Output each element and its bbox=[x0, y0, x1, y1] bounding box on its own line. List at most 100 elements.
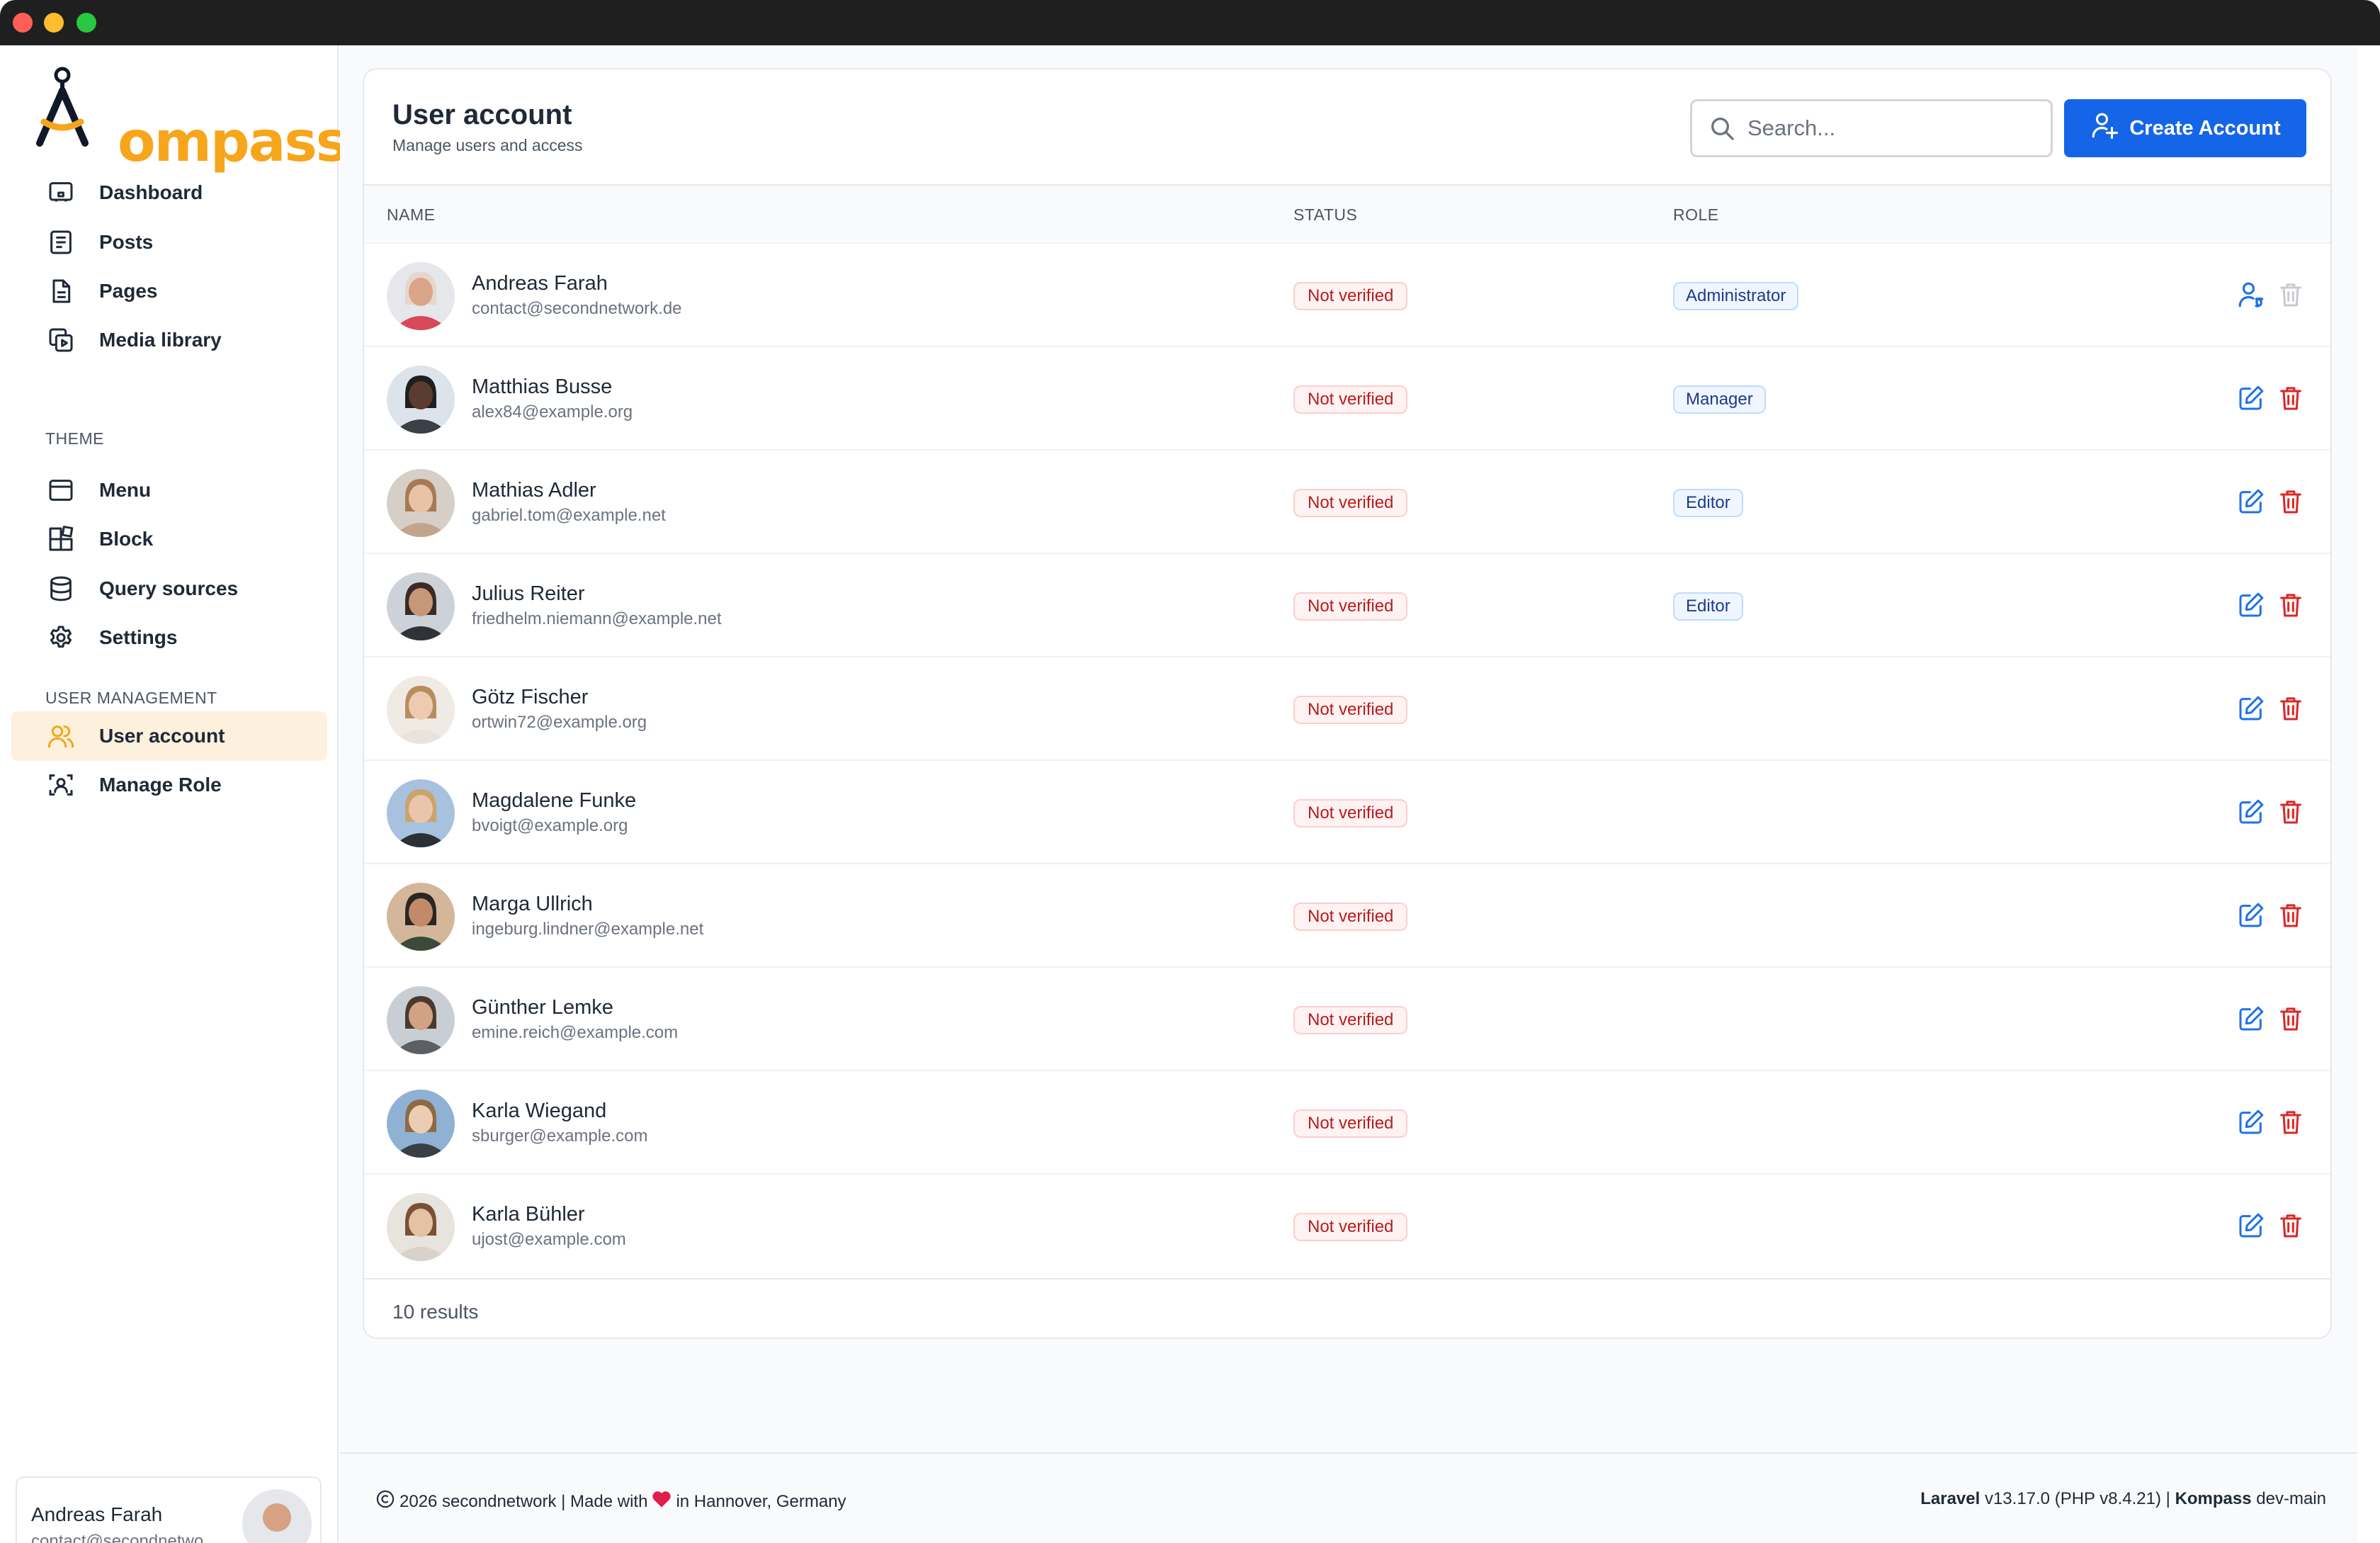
sidebar-item-label: Menu bbox=[99, 479, 152, 501]
delete-button[interactable] bbox=[2274, 1107, 2308, 1141]
table-row: Karla Wiegand sburger@example.com Not veri… bbox=[364, 1070, 2330, 1173]
sidebar-item-posts[interactable]: Posts bbox=[11, 217, 327, 267]
sidebar: ompass THEME USER MANAGEMENT Andreas Far… bbox=[0, 45, 348, 1543]
pages-icon bbox=[45, 276, 76, 307]
table-row: Götz Fischer ortwin72@example.org Not veri… bbox=[364, 656, 2330, 759]
status-badge: Not verified bbox=[1293, 489, 1408, 517]
edit-button[interactable] bbox=[2234, 1107, 2268, 1141]
self-profile-button[interactable] bbox=[2234, 279, 2268, 313]
sidebar-item-label: Dashboard bbox=[99, 181, 203, 203]
edit-button[interactable] bbox=[2234, 900, 2268, 934]
edit-button[interactable] bbox=[2234, 1003, 2268, 1037]
edit-button[interactable] bbox=[2234, 589, 2268, 623]
column-header-status[interactable]: STATUS bbox=[1293, 205, 1357, 225]
sidebar-item-label: Settings bbox=[99, 626, 178, 648]
sidebar-item-label: Posts bbox=[99, 231, 154, 253]
user-name: Magdalene Funke bbox=[472, 789, 637, 812]
status-badge: Not verified bbox=[1293, 799, 1408, 827]
table-row: Marga Ullrich ingeburg.lindner@example.ne… bbox=[364, 863, 2330, 966]
gear-icon bbox=[45, 622, 76, 653]
users-icon bbox=[45, 720, 76, 752]
trash-icon bbox=[2277, 901, 2305, 933]
column-header-role[interactable]: ROLE bbox=[1673, 205, 1719, 225]
sidebar-item-media-library[interactable]: Media library bbox=[11, 315, 327, 365]
sidebar-item-label: Media library bbox=[99, 329, 222, 351]
sidebar-item-block[interactable]: Block bbox=[11, 514, 327, 564]
close-window-button[interactable] bbox=[13, 13, 33, 33]
media-library-icon bbox=[45, 324, 76, 356]
sidebar-item-dashboard[interactable]: Dashboard bbox=[11, 168, 327, 217]
edit-button[interactable] bbox=[2234, 796, 2268, 830]
avatar bbox=[387, 779, 455, 847]
page-subtitle: Manage users and access bbox=[392, 136, 583, 154]
trash-icon bbox=[2277, 1108, 2305, 1140]
status-badge: Not verified bbox=[1293, 1006, 1408, 1034]
trash-icon bbox=[2277, 1211, 2305, 1243]
table-footer: 10 results bbox=[364, 1278, 2330, 1338]
sidebar-item-settings[interactable]: Settings bbox=[11, 613, 327, 662]
edit-button[interactable] bbox=[2234, 486, 2268, 520]
avatar bbox=[387, 883, 455, 951]
minimize-window-button[interactable] bbox=[44, 13, 64, 33]
table-row: Magdalene Funke bvoigt@example.org Not ver… bbox=[364, 759, 2330, 863]
main-content: User account Manage users and access Cre… bbox=[340, 45, 2357, 1543]
sidebar-item-query-sources[interactable]: Query sources bbox=[11, 564, 327, 614]
delete-button[interactable] bbox=[2274, 796, 2308, 830]
user-name: Karla Bühler bbox=[472, 1203, 585, 1226]
delete-button[interactable] bbox=[2274, 900, 2308, 934]
sidebar-item-label: Block bbox=[99, 528, 154, 550]
role-badge: Editor bbox=[1673, 489, 1743, 517]
window-titlebar bbox=[0, 0, 2380, 45]
edit-button[interactable] bbox=[2234, 383, 2268, 417]
add-user-icon bbox=[2090, 111, 2119, 146]
user-name: Marga Ullrich bbox=[472, 893, 593, 915]
status-badge: Not verified bbox=[1293, 903, 1408, 931]
role-icon bbox=[45, 769, 76, 801]
user-name: Matthias Busse bbox=[472, 375, 613, 398]
table-row: Mathias Adler gabriel.tom@example.net Not … bbox=[364, 449, 2330, 553]
delete-button[interactable] bbox=[2274, 383, 2308, 417]
delete-button[interactable] bbox=[2274, 1003, 2308, 1037]
sidebar-item-label: Manage Role bbox=[99, 774, 222, 796]
sidebar-item-manage-role[interactable]: Manage Role bbox=[11, 760, 327, 810]
footer-version: Laravel v13.17.0 (PHP v8.4.21) | Kompass… bbox=[1920, 1489, 2326, 1509]
user-email: contact@secondnetwork.de bbox=[472, 299, 682, 318]
sidebar-item-menu[interactable]: Menu bbox=[11, 465, 327, 515]
user-email: emine.reich@example.com bbox=[472, 1023, 679, 1042]
menu-icon bbox=[45, 475, 76, 506]
user-name: Mathias Adler bbox=[472, 479, 596, 502]
kompass-logo[interactable]: ompass bbox=[34, 65, 348, 170]
edit-button[interactable] bbox=[2234, 1210, 2268, 1244]
maximize-window-button[interactable] bbox=[76, 13, 96, 33]
search-box[interactable] bbox=[1690, 99, 2053, 157]
trash-icon bbox=[2277, 694, 2305, 726]
current-user-avatar bbox=[242, 1489, 312, 1543]
laravel-version: v13.17.0 (PHP v8.4.21) | bbox=[1984, 1489, 2170, 1508]
database-icon bbox=[45, 573, 76, 604]
create-account-button[interactable]: Create Account bbox=[2064, 99, 2306, 157]
edit-icon bbox=[2237, 591, 2265, 623]
status-badge: Not verified bbox=[1293, 385, 1408, 414]
user-name: Andreas Farah bbox=[472, 272, 608, 295]
edit-button[interactable] bbox=[2234, 693, 2268, 727]
sidebar-item-pages[interactable]: Pages bbox=[11, 266, 327, 316]
column-header-name[interactable]: NAME bbox=[387, 205, 435, 225]
delete-button[interactable] bbox=[2274, 589, 2308, 623]
trash-icon bbox=[2277, 487, 2305, 519]
logo-text: ompass bbox=[118, 111, 348, 174]
delete-button[interactable] bbox=[2274, 693, 2308, 727]
search-input[interactable] bbox=[1747, 108, 2038, 148]
delete-button[interactable] bbox=[2274, 1210, 2308, 1244]
laravel-label: Laravel bbox=[1920, 1489, 1980, 1508]
table-row: Julius Reiter friedhelm.niemann@example.n… bbox=[364, 553, 2330, 656]
avatar bbox=[387, 1090, 455, 1158]
sidebar-item-user-account[interactable]: User account bbox=[11, 711, 327, 761]
edit-icon bbox=[2237, 384, 2265, 416]
block-icon bbox=[45, 524, 76, 555]
copyright-icon bbox=[375, 1489, 395, 1514]
delete-button[interactable] bbox=[2274, 486, 2308, 520]
current-user-card[interactable]: Andreas Farah contact@secondnetwo... bbox=[16, 1476, 322, 1543]
edit-icon bbox=[2237, 487, 2265, 519]
user-email: ingeburg.lindner@example.net bbox=[472, 920, 704, 939]
page-title: User account bbox=[392, 99, 572, 130]
